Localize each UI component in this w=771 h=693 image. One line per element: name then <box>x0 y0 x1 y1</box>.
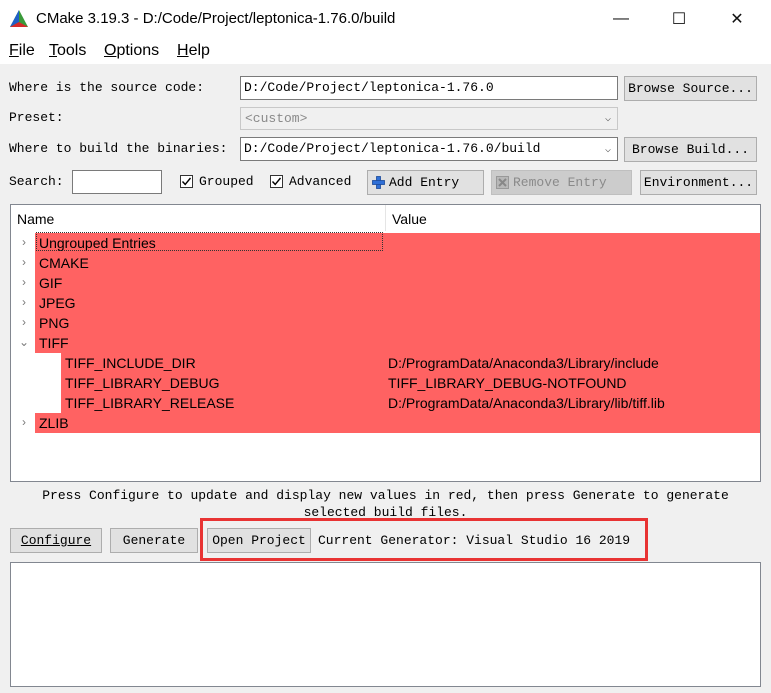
changed-row-highlight <box>35 293 760 313</box>
tree-row[interactable]: TIFF_LIBRARY_RELEASE D:/ProgramData/Anaco… <box>11 393 760 413</box>
changed-row-highlight <box>35 413 760 433</box>
advanced-label: Advanced <box>289 174 352 189</box>
chevron-right-icon[interactable]: › <box>17 255 31 271</box>
cache-entries-tree[interactable]: Name Value › Ungrouped Entries › CMAKE › GIF ›… <box>10 204 761 482</box>
menu-options-accel: O <box>104 42 117 59</box>
entry-name: ZLIB <box>39 415 69 431</box>
remove-icon <box>496 176 509 189</box>
browse-source-button[interactable]: Browse Source... <box>624 76 757 101</box>
title-bar: CMake 3.19.3 - D:/Code/Project/leptonica… <box>0 0 771 39</box>
browse-build-label: Browse Build... <box>631 142 750 157</box>
entry-name: TIFF_LIBRARY_DEBUG <box>65 375 220 391</box>
chevron-down-icon[interactable]: ⌄ <box>17 335 31 351</box>
advanced-checkbox[interactable]: Advanced <box>270 174 351 189</box>
browse-source-label: Browse Source... <box>628 81 753 96</box>
plus-icon <box>372 176 385 189</box>
entry-value: D:/ProgramData/Anaconda3/Library/lib/tif… <box>388 395 665 411</box>
output-log[interactable] <box>10 562 761 687</box>
add-entry-button[interactable]: Add Entry <box>367 170 484 195</box>
highlight-annotation-box <box>200 518 648 561</box>
window-title: CMake 3.19.3 - D:/Code/Project/leptonica… <box>36 10 396 27</box>
tree-row[interactable]: ⌄ TIFF <box>11 333 760 353</box>
search-label: Search: <box>9 174 64 189</box>
entry-name: TIFF <box>39 335 69 351</box>
browse-build-button[interactable]: Browse Build... <box>624 137 757 162</box>
add-entry-label: Add Entry <box>389 175 460 190</box>
entry-name: TIFF_LIBRARY_RELEASE <box>65 395 235 411</box>
grouped-checkbox[interactable]: Grouped <box>180 174 254 189</box>
environment-button[interactable]: Environment... <box>640 170 757 195</box>
cmake-logo-icon <box>10 10 28 27</box>
entry-name: TIFF_INCLUDE_DIR <box>65 355 196 371</box>
entry-name: JPEG <box>39 295 76 311</box>
changed-row-highlight <box>35 253 760 273</box>
changed-row-highlight <box>35 333 760 353</box>
tree-row[interactable]: TIFF_LIBRARY_DEBUG TIFF_LIBRARY_DEBUG-NOT… <box>11 373 760 393</box>
menu-help-label: elp <box>188 42 210 59</box>
binaries-path-value: D:/Code/Project/leptonica-1.76.0/build <box>244 141 541 156</box>
maximize-button[interactable]: ☐ <box>656 0 702 38</box>
changed-row-highlight <box>35 273 760 293</box>
tree-row[interactable]: › PNG <box>11 313 760 333</box>
menu-options[interactable]: Options <box>104 42 159 60</box>
menu-tools[interactable]: Tools <box>49 42 86 60</box>
column-header-name[interactable]: Name <box>11 205 386 231</box>
menu-file[interactable]: File <box>9 42 35 60</box>
preset-combo[interactable]: <custom> ⌵ <box>240 107 618 130</box>
entry-value: D:/ProgramData/Anaconda3/Library/include <box>388 355 659 371</box>
menu-help[interactable]: Help <box>177 42 210 60</box>
chevron-right-icon[interactable]: › <box>17 295 31 311</box>
entry-name: PNG <box>39 315 70 331</box>
grouped-check-icon <box>180 175 193 188</box>
entry-value: TIFF_LIBRARY_DEBUG-NOTFOUND <box>388 375 627 391</box>
preset-value: <custom> <box>245 111 308 126</box>
generate-label: Generate <box>122 533 186 548</box>
binaries-path-combo[interactable]: D:/Code/Project/leptonica-1.76.0/build ⌵ <box>240 137 618 161</box>
remove-entry-button[interactable]: Remove Entry <box>491 170 632 195</box>
chevron-down-icon: ⌵ <box>604 145 611 156</box>
chevron-right-icon[interactable]: › <box>17 235 31 251</box>
entry-name: Ungrouped Entries <box>39 235 156 251</box>
menu-help-accel: H <box>177 42 189 59</box>
menu-file-label: ile <box>18 42 35 59</box>
menu-options-label: ptions <box>116 42 160 59</box>
tree-row[interactable]: › JPEG <box>11 293 760 313</box>
grouped-label: Grouped <box>199 174 254 189</box>
column-header-value[interactable]: Value <box>386 205 760 231</box>
tree-row[interactable]: › Ungrouped Entries <box>11 233 760 253</box>
entry-name: CMAKE <box>39 255 89 271</box>
configure-button[interactable]: Configure <box>10 528 102 553</box>
tree-row[interactable]: › GIF <box>11 273 760 293</box>
source-path-field[interactable]: D:/Code/Project/leptonica-1.76.0 <box>240 76 618 100</box>
preset-label: Preset: <box>9 110 64 125</box>
entry-name: GIF <box>39 275 63 291</box>
minimize-icon: — <box>613 10 629 27</box>
configure-hint: Press Configure to update and display ne… <box>0 487 771 521</box>
changed-row-highlight <box>35 313 760 333</box>
menu-bar: File Tools Options Help <box>0 38 771 64</box>
source-label: Where is the source code: <box>9 80 205 95</box>
binaries-label: Where to build the binaries: <box>9 141 228 156</box>
chevron-right-icon[interactable]: › <box>17 415 31 431</box>
chevron-right-icon[interactable]: › <box>17 275 31 291</box>
hint-line-1: Press Configure to update and display ne… <box>42 488 729 503</box>
chevron-right-icon[interactable]: › <box>17 315 31 331</box>
close-icon: ✕ <box>730 11 744 28</box>
environment-label: Environment... <box>643 175 754 190</box>
maximize-icon: ☐ <box>671 11 687 28</box>
tree-row[interactable]: › ZLIB <box>11 413 760 433</box>
remove-entry-label: Remove Entry <box>513 175 607 190</box>
menu-tools-accel: T <box>49 42 57 59</box>
tree-row[interactable]: TIFF_INCLUDE_DIR D:/ProgramData/Anaconda3… <box>11 353 760 373</box>
menu-tools-label: ools <box>57 42 87 59</box>
close-button[interactable]: ✕ <box>714 0 760 38</box>
menu-file-accel: F <box>9 42 19 59</box>
search-input[interactable] <box>72 170 162 194</box>
configure-label: Configure <box>20 533 92 548</box>
chevron-down-icon: ⌵ <box>604 114 611 125</box>
generate-button[interactable]: Generate <box>110 528 198 553</box>
advanced-check-icon <box>270 175 283 188</box>
minimize-button[interactable]: — <box>598 0 644 38</box>
tree-row[interactable]: › CMAKE <box>11 253 760 273</box>
